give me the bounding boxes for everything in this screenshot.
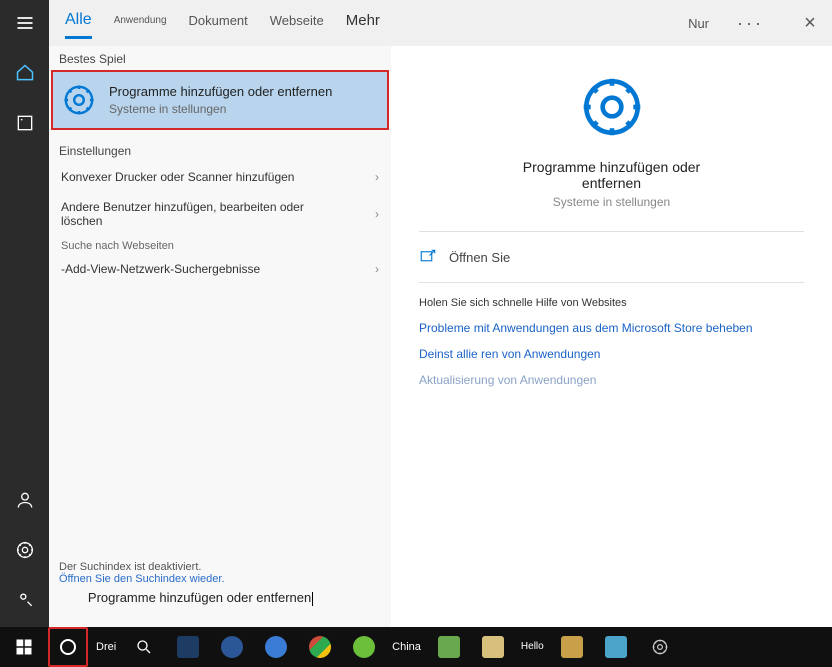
taskbar-app-weather[interactable] (552, 627, 592, 667)
best-match-label: Bestes Spiel (49, 46, 391, 70)
person-icon[interactable] (14, 489, 36, 511)
taskbar-app-edge2[interactable] (256, 627, 296, 667)
best-match-subtitle: Systeme in stellungen (109, 102, 332, 116)
taskbar-app-note[interactable] (473, 627, 513, 667)
gear-icon (61, 82, 97, 118)
detail-title: Programme hinzufügen oder entfernen (502, 159, 722, 191)
text-caret (312, 592, 313, 606)
chevron-right-icon: › (375, 170, 379, 184)
tab-web[interactable]: Webseite (270, 13, 324, 34)
open-label: Öffnen Sie (449, 250, 510, 265)
chevron-right-icon: › (375, 207, 379, 221)
settings-item-printer[interactable]: Konvexer Drucker oder Scanner hinzufügen… (49, 162, 391, 192)
recent-icon[interactable] (14, 112, 36, 134)
settings-item-label: Andere Benutzer hinzufügen, bearbeiten o… (61, 200, 321, 228)
tab-more[interactable]: Mehr (346, 12, 380, 35)
taskbar-app-excel[interactable] (429, 627, 469, 667)
help-link-update[interactable]: Aktualisierung von Anwendungen (419, 373, 759, 387)
menu-icon[interactable] (14, 12, 36, 34)
taskbar-text-1: Drei (92, 641, 120, 653)
taskbar-app-people[interactable] (596, 627, 636, 667)
best-match-item[interactable]: Programme hinzufügen oder entfernen Syst… (51, 70, 389, 130)
taskbar-text-2: China (388, 641, 425, 653)
magnifier-icon[interactable] (124, 627, 164, 667)
taskbar-app-ps[interactable] (168, 627, 208, 667)
settings-label: Einstellungen (49, 138, 391, 162)
taskbar-app-edge1[interactable] (212, 627, 252, 667)
best-match-title: Programme hinzufügen oder entfernen (109, 84, 332, 99)
help-section: Holen Sie sich schnelle Hilfe von Websit… (419, 283, 804, 387)
home-icon[interactable] (14, 62, 36, 84)
cortana-circle-icon (60, 639, 76, 655)
settings-item-users[interactable]: Andere Benutzer hinzufügen, bearbeiten o… (49, 192, 391, 236)
gear-icon (577, 72, 647, 147)
web-result-label: -Add-View-Netzwerk-Suchergebnisse (61, 262, 260, 276)
open-action[interactable]: Öffnen Sie (419, 232, 804, 283)
help-header: Holen Sie sich schnelle Hilfe von Websit… (419, 297, 639, 309)
tab-all[interactable]: Alle (65, 11, 92, 35)
tab-docs[interactable]: Dokument (189, 13, 248, 34)
cortana-button[interactable] (48, 627, 88, 667)
chevron-right-icon: › (375, 262, 379, 276)
help-link-uninstall[interactable]: Deinst allie ren von Anwendungen (419, 347, 759, 361)
feedback-icon[interactable] (14, 589, 36, 611)
taskbar-app-green[interactable] (344, 627, 384, 667)
search-input[interactable]: Programme hinzufügen oder entfernen (59, 575, 359, 621)
detail-subtitle: Systeme in stellungen (553, 195, 670, 209)
tabs-right-label[interactable]: Nur (688, 16, 709, 31)
search-panel: Alle Anwendung Dokument Webseite Mehr Nu… (49, 0, 832, 627)
taskbar-text-3: Hello (517, 642, 548, 652)
search-input-value: Programme hinzufügen oder entfernen (88, 590, 311, 605)
web-result-item[interactable]: -Add-View-Netzwerk-Suchergebnisse › (49, 254, 391, 284)
nav-rail (0, 0, 49, 627)
taskbar-app-chrome[interactable] (300, 627, 340, 667)
web-search-label: Suche nach Webseiten (49, 236, 391, 254)
detail-header: Programme hinzufügen oder entfernen Syst… (419, 64, 804, 232)
start-button[interactable] (4, 627, 44, 667)
settings-rail-icon[interactable] (14, 539, 36, 561)
settings-item-label: Konvexer Drucker oder Scanner hinzufügen (61, 170, 294, 184)
help-link-store[interactable]: Probleme mit Anwendungen aus dem Microso… (419, 321, 759, 335)
tab-bar: Alle Anwendung Dokument Webseite Mehr Nu… (49, 0, 832, 46)
open-icon (419, 248, 437, 266)
detail-column: Programme hinzufügen oder entfernen Syst… (391, 46, 832, 627)
tabs-more-icon[interactable]: ··· (737, 13, 764, 34)
results-column: Bestes Spiel Programme hinzufügen oder e… (49, 46, 391, 627)
close-button[interactable]: × (796, 12, 824, 35)
tab-apps[interactable]: Anwendung (114, 15, 167, 32)
taskbar-settings-icon[interactable] (640, 627, 680, 667)
taskbar: Drei China Hello (0, 627, 832, 667)
index-status-text: Der Suchindex ist deaktiviert. (59, 561, 359, 573)
